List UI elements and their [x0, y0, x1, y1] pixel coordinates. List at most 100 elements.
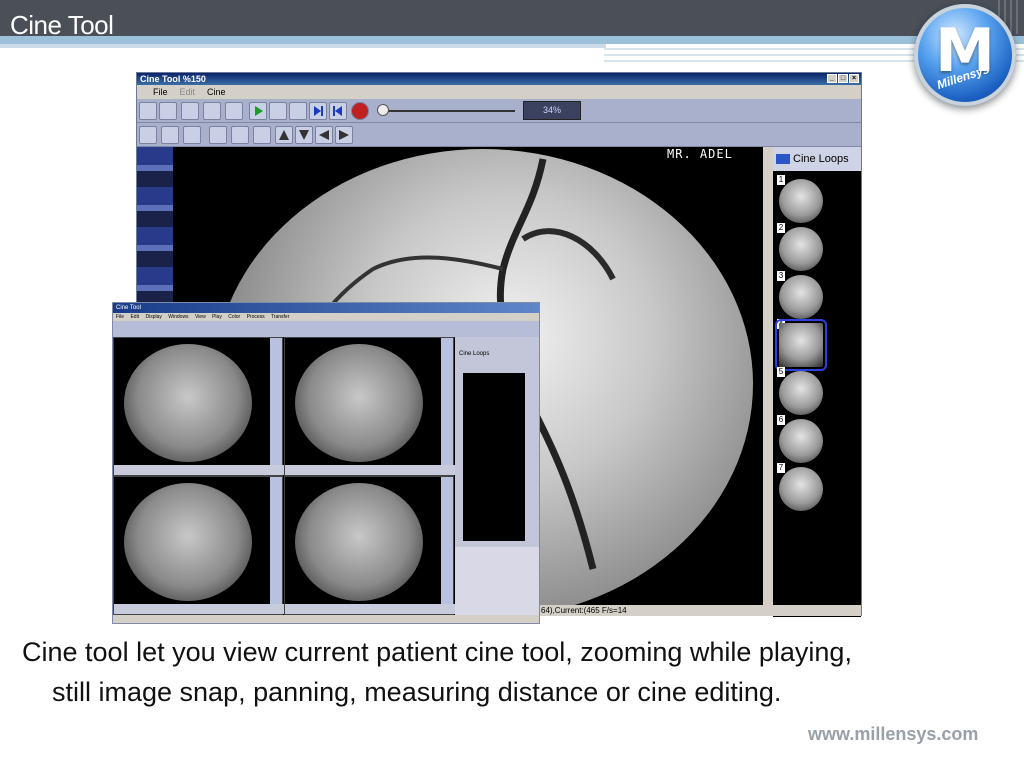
- thumb-number: 2: [777, 223, 785, 233]
- angiogram-image: [295, 483, 423, 601]
- inset-menu-display[interactable]: Display: [145, 314, 161, 320]
- cine-loops-panel: Cine Loops 1 2 3 4 5 6 7: [773, 147, 861, 617]
- layout-icon[interactable]: [203, 102, 221, 120]
- thumb-number: 3: [777, 271, 785, 281]
- image-scrollbar[interactable]: [763, 147, 773, 605]
- frame-slider-knob[interactable]: [377, 104, 389, 116]
- zoom-percent: 34%: [543, 105, 562, 115]
- slide-caption: Cine tool let you view current patient c…: [22, 632, 1012, 712]
- close-button[interactable]: ×: [849, 74, 859, 83]
- fit-icon[interactable]: [253, 126, 271, 144]
- thumb-number: 7: [777, 463, 785, 473]
- pane-controls[interactable]: [285, 604, 455, 614]
- inset-menu-view[interactable]: View: [195, 314, 206, 320]
- open-folder-icon[interactable]: [139, 102, 157, 120]
- image-icon[interactable]: [181, 102, 199, 120]
- inset-menu-windows[interactable]: Windows: [168, 314, 188, 320]
- caption-line-1: Cine tool let you view current patient c…: [22, 637, 852, 667]
- pan-icon[interactable]: [231, 126, 249, 144]
- step-forward-button[interactable]: [309, 102, 327, 120]
- minimize-button[interactable]: _: [827, 74, 837, 83]
- pane-tools: [270, 338, 282, 467]
- inset-status-bar: [113, 615, 539, 623]
- arrow-down-icon[interactable]: [295, 126, 313, 144]
- maximize-button[interactable]: □: [838, 74, 848, 83]
- view-pane[interactable]: [284, 476, 455, 615]
- view-pane[interactable]: [284, 337, 455, 476]
- arrow-right-icon[interactable]: [335, 126, 353, 144]
- inset-toolbar: [113, 321, 539, 337]
- multi-view-window: Cine Tool File Edit Display Windows View…: [112, 302, 540, 624]
- cine-thumbnail-6[interactable]: [779, 419, 823, 463]
- inset-menu-process[interactable]: Process: [247, 314, 265, 320]
- pane-controls[interactable]: [114, 604, 284, 614]
- document-icon[interactable]: [225, 102, 243, 120]
- pane-controls[interactable]: [285, 465, 455, 475]
- stop-button[interactable]: [289, 102, 307, 120]
- film-icon: [776, 154, 790, 164]
- inset-cine-tab[interactable]: Cine Loops: [459, 351, 489, 357]
- zoom-out-icon[interactable]: [161, 126, 179, 144]
- thumb-number: 5: [777, 367, 785, 377]
- film-strip-decor: [137, 147, 173, 307]
- inset-menu-bar: File Edit Display Windows View Play Colo…: [113, 313, 539, 321]
- header-band: [0, 0, 1024, 36]
- cine-thumbnail-1[interactable]: [779, 179, 823, 223]
- header-stripe: [0, 36, 1024, 44]
- header-stripe-light: [0, 44, 606, 48]
- slide: Cine Tool M Millensys Cine Tool %150 _ □…: [0, 0, 1024, 768]
- angiogram-image: [124, 344, 252, 462]
- thumb-number: 6: [777, 415, 785, 425]
- menu-file[interactable]: File: [153, 85, 168, 99]
- playback-toolbar: 34%: [137, 99, 861, 123]
- pane-tools: [441, 477, 453, 606]
- frame-slider-track[interactable]: [381, 110, 515, 112]
- zoom-reset-icon[interactable]: [183, 126, 201, 144]
- millensys-logo: M Millensys: [914, 4, 1016, 106]
- slide-title: Cine Tool: [10, 10, 114, 40]
- angiogram-image: [295, 344, 423, 462]
- inset-menu-edit[interactable]: Edit: [130, 314, 139, 320]
- cine-thumbnail-2[interactable]: [779, 227, 823, 271]
- menu-edit[interactable]: Edit: [180, 85, 196, 99]
- camera-icon[interactable]: [159, 102, 177, 120]
- menu-cine[interactable]: Cine: [207, 85, 226, 99]
- zoom-in-icon[interactable]: [139, 126, 157, 144]
- patient-name: MR. ADEL: [667, 147, 733, 161]
- pause-button[interactable]: [269, 102, 287, 120]
- inset-title: Cine Tool: [113, 303, 539, 313]
- stop-sign-icon[interactable]: [351, 102, 369, 120]
- status-bar: 64),Current:(465 F/s=14: [537, 605, 861, 616]
- menu-bar: File Edit Cine: [137, 85, 861, 99]
- inset-menu-file[interactable]: File: [116, 314, 124, 320]
- website-url[interactable]: www.millensys.com: [808, 724, 978, 745]
- pane-tools: [441, 338, 453, 467]
- cine-loops-header: Cine Loops: [773, 147, 861, 171]
- view-pane[interactable]: [113, 476, 284, 615]
- play-button[interactable]: [249, 102, 267, 120]
- window-controls: _ □ ×: [827, 74, 859, 83]
- inset-menu-color[interactable]: Color: [228, 314, 240, 320]
- cine-thumbnail-7[interactable]: [779, 467, 823, 511]
- step-back-button[interactable]: [329, 102, 347, 120]
- cine-thumbnail-5[interactable]: [779, 371, 823, 415]
- window-title-bar: Cine Tool %150 _ □ ×: [137, 73, 861, 85]
- cine-loops-label: Cine Loops: [793, 153, 849, 165]
- cine-thumbnail-3[interactable]: [779, 275, 823, 319]
- cine-thumbnail-4[interactable]: [775, 319, 827, 371]
- view-toolbar: [137, 123, 861, 147]
- pane-tools: [270, 477, 282, 606]
- quad-view-grid: [113, 337, 455, 615]
- angiogram-image: [124, 483, 252, 601]
- caption-line-2: still image snap, panning, measuring dis…: [52, 677, 782, 707]
- inset-cine-panel: Cine Loops: [455, 337, 539, 547]
- inset-menu-play[interactable]: Play: [212, 314, 222, 320]
- select-icon[interactable]: [209, 126, 227, 144]
- thumb-number: 1: [777, 175, 785, 185]
- inset-thumbnail-grid[interactable]: [463, 373, 525, 541]
- pane-controls[interactable]: [114, 465, 284, 475]
- arrow-left-icon[interactable]: [315, 126, 333, 144]
- view-pane[interactable]: [113, 337, 284, 476]
- inset-menu-transfer[interactable]: Transfer: [271, 314, 289, 320]
- arrow-up-icon[interactable]: [275, 126, 293, 144]
